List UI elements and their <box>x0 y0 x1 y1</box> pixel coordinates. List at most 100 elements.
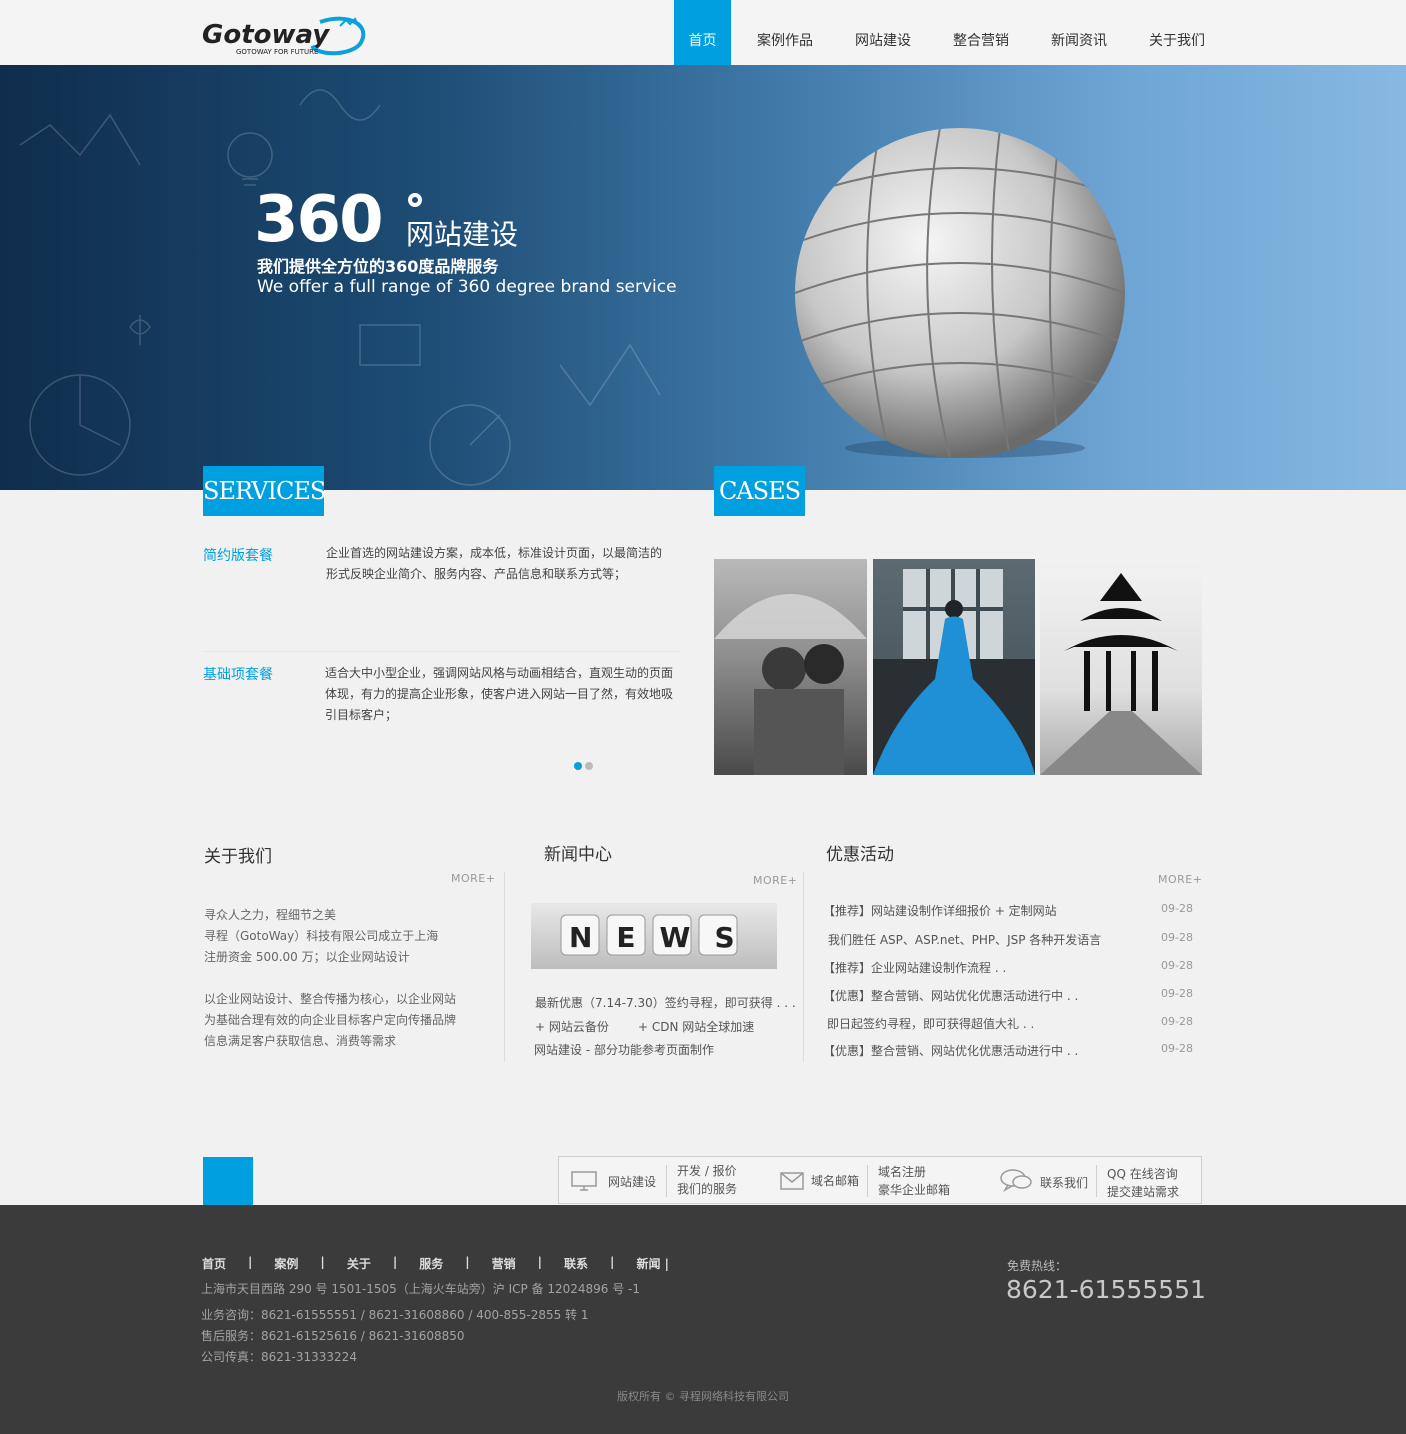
banner-360: 360 <box>254 183 384 257</box>
about-line: 为基础合理有效的向企业目标客户定向传播品牌 <box>204 1013 457 1027</box>
slider-dots <box>574 762 593 770</box>
about-line <box>204 968 456 989</box>
news-banner-image[interactable]: NEWS <box>531 903 777 969</box>
quick-qq[interactable]: QQ 在线咨询 <box>1107 1165 1178 1182</box>
promo-text[interactable]: 【优惠】整合营销、网站优化优惠活动进行中 . . <box>823 1042 1078 1059</box>
about-title: 关于我们 <box>204 847 272 867</box>
nav-home[interactable]: 首页 <box>674 0 731 65</box>
nav-news[interactable]: 新闻资讯 <box>1037 0 1121 65</box>
about-more-link[interactable]: MORE+ <box>451 872 495 885</box>
service-simple-name[interactable]: 简约版套餐 <box>203 545 273 565</box>
news-image-word: NEWS <box>569 921 759 954</box>
quick-web-build-sub2[interactable]: 我们的服务 <box>677 1180 737 1197</box>
case-image-couple[interactable] <box>714 559 867 775</box>
copyright: 版权所有 © 寻程网络科技有限公司 <box>617 1390 789 1403</box>
gotoway-logo[interactable]: Gotoway GOTOWAY FOR FUTURE <box>200 12 375 58</box>
footer-nav-cases[interactable]: 案例 <box>274 1255 298 1272</box>
separator: | <box>392 1255 398 1269</box>
promo-row[interactable]: 【推荐】网站建设制作详细报价 + 定制网站 09-28 <box>823 902 1193 920</box>
service-basic-name[interactable]: 基础项套餐 <box>203 664 273 684</box>
footer-nav-contact[interactable]: 联系 <box>564 1255 588 1272</box>
promo-row[interactable]: 【优惠】整合营销、网站优化优惠活动进行中 . . 09-28 <box>823 987 1193 1005</box>
separator: | <box>248 1255 253 1269</box>
hero-banner: 360 网站建设 我们提供全方位的360度品牌服务 We offer a ful… <box>0 65 1406 490</box>
news-item[interactable]: 网站建设 - 部分功能参考页面制作 <box>534 1041 714 1058</box>
promo-row[interactable]: 【优惠】整合营销、网站优化优惠活动进行中 . . 09-28 <box>823 1042 1193 1060</box>
promo-date: 09-28 <box>1161 931 1193 944</box>
news-title: 新闻中心 <box>544 845 612 865</box>
promo-title: 优惠活动 <box>826 845 894 865</box>
footer-address: 上海市天目西路 290 号 1501-1505（上海火车站旁）沪 ICP 备 1… <box>201 1282 641 1296</box>
chat-icon <box>1000 1169 1032 1192</box>
news-item[interactable]: + 网站云备份 <box>535 1018 609 1035</box>
keyboard-sphere-image <box>795 128 1125 458</box>
banner-title: 网站建设 <box>406 218 519 251</box>
nav-about[interactable]: 关于我们 <box>1135 0 1219 65</box>
footer-fax: 公司传真：8621-31333224 <box>201 1350 357 1364</box>
footer-after-sale: 售后服务：8621-61525616 / 8621-31608850 <box>201 1329 465 1343</box>
quick-web-build-sub1[interactable]: 开发 / 报价 <box>677 1162 737 1179</box>
about-line: 寻众人之力，程细节之美 <box>204 908 337 922</box>
footer-nav-services[interactable]: 服务 <box>419 1255 443 1272</box>
promo-row[interactable]: 即日起签约寻程，即可获得超值大礼 . . 09-28 <box>827 1015 1193 1033</box>
divider <box>1096 1165 1097 1197</box>
promo-text[interactable]: 【推荐】网站建设制作详细报价 + 定制网站 <box>823 902 1057 919</box>
news-item[interactable]: 最新优惠（7.14-7.30）签约寻程，即可获得 . . . <box>535 994 796 1011</box>
case-image-blue-dress[interactable] <box>873 559 1035 775</box>
divider <box>504 872 505 1062</box>
divider <box>867 1165 868 1197</box>
logo-text: Gotoway <box>202 20 330 50</box>
quick-contact[interactable]: 联系我们 <box>1040 1174 1088 1191</box>
promo-date: 09-28 <box>1161 987 1193 1000</box>
footer-nav-home[interactable]: 首页 <box>202 1255 226 1272</box>
services-tag: SERVICES <box>203 466 326 516</box>
slider-dot-2[interactable] <box>585 762 593 770</box>
mail-icon <box>780 1172 804 1190</box>
banner-subtitle-cn: 我们提供全方位的360度品牌服务 <box>257 257 499 276</box>
nav-cases[interactable]: 案例作品 <box>743 0 827 65</box>
desc-line: 适合大中小型企业，强调网站风格与动画相结合，直观生动的页面 <box>325 666 674 680</box>
promo-more-link[interactable]: MORE+ <box>1158 873 1202 886</box>
slider-dot-1[interactable] <box>574 762 582 770</box>
quick-mail[interactable]: 域名邮箱 <box>811 1172 859 1189</box>
about-line: 寻程（GotoWay）科技有限公司成立于上海 <box>204 929 439 943</box>
desc-line: 形式反映企业简介、服务内容、产品信息和联系方式等； <box>326 567 627 581</box>
footer-consult: 业务咨询：8621-61555551 / 8621-31608860 / 400… <box>201 1308 589 1322</box>
quick-mail-sub1[interactable]: 域名注册 <box>878 1163 926 1180</box>
divider <box>803 872 804 1062</box>
quick-mail-sub2[interactable]: 豪华企业邮箱 <box>878 1181 950 1198</box>
promo-row[interactable]: 【推荐】企业网站建设制作流程 . . 09-28 <box>823 959 1193 977</box>
accent-block <box>203 1157 253 1205</box>
promo-text[interactable]: 【推荐】企业网站建设制作流程 . . <box>823 959 1006 976</box>
promo-text[interactable]: 我们胜任 ASP、ASP.net、PHP、JSP 各种开发语言 <box>828 931 1101 948</box>
news-item[interactable]: + CDN 网站全球加速 <box>638 1018 754 1035</box>
about-line: 注册资金 500.00 万；以企业网站设计 <box>204 950 410 964</box>
nav-web-build[interactable]: 网站建设 <box>841 0 925 65</box>
quick-submit-request[interactable]: 提交建站需求 <box>1107 1183 1179 1200</box>
cases-tag: CASES <box>714 466 805 516</box>
nav-marketing[interactable]: 整合营销 <box>939 0 1023 65</box>
about-line: 以企业网站设计、整合传播为核心，以企业网站 <box>204 992 457 1006</box>
footer-nav-about[interactable]: 关于 <box>347 1255 371 1272</box>
banner-subtitle-en: We offer a full range of 360 degree bran… <box>257 277 677 297</box>
promo-text[interactable]: 即日起签约寻程，即可获得超值大礼 . . <box>827 1015 1034 1032</box>
desc-line: 企业首选的网站建设方案，成本低，标准设计页面，以最简洁的 <box>326 546 663 560</box>
hotline-label: 免费热线： <box>1007 1259 1068 1273</box>
news-more-link[interactable]: MORE+ <box>753 874 797 887</box>
quick-web-build[interactable]: 网站建设 <box>608 1173 656 1190</box>
promo-text[interactable]: 【优惠】整合营销、网站优化优惠活动进行中 . . <box>823 987 1078 1004</box>
separator: | <box>537 1255 543 1269</box>
promo-date: 09-28 <box>1161 902 1193 915</box>
degree-mark <box>408 193 422 207</box>
site-header: Gotoway GOTOWAY FOR FUTURE 首页 案例作品 网站建设 … <box>0 0 1406 65</box>
desc-line: 体现，有力的提高企业形象，使客户进入网站一目了然，有效地吸 <box>325 687 674 701</box>
case-image-pavilion[interactable] <box>1040 559 1202 775</box>
footer-nav-marketing[interactable]: 营销 <box>492 1255 516 1272</box>
hotline-number: 8621-61555551 <box>1006 1275 1206 1304</box>
footer-nav-news[interactable]: 新闻 | <box>636 1255 669 1272</box>
promo-row[interactable]: 我们胜任 ASP、ASP.net、PHP、JSP 各种开发语言 09-28 <box>828 931 1193 949</box>
site-footer: 首页 | 案例 | 关于 | 服务 | 营销 | 联系 | 新闻 | 上海市天目… <box>0 1205 1406 1434</box>
promo-date: 09-28 <box>1161 959 1193 972</box>
separator: | <box>610 1255 615 1269</box>
quick-links-bar: 网站建设 开发 / 报价 我们的服务 域名邮箱 域名注册 豪华企业邮箱 联系我们… <box>558 1156 1202 1204</box>
